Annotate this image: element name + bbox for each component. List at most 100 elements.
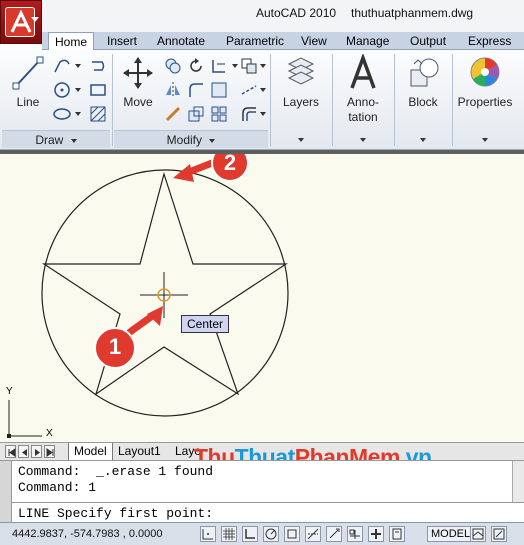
grid-button[interactable] <box>221 526 237 542</box>
command-divider <box>12 502 524 503</box>
chevron-down-icon[interactable] <box>482 138 488 142</box>
chevron-down-icon <box>70 138 77 143</box>
last-layout-button[interactable] <box>44 445 55 458</box>
hatch-button[interactable] <box>88 104 108 124</box>
previous-layout-button[interactable] <box>18 445 29 458</box>
snap-mode-button[interactable] <box>200 526 216 542</box>
modify-panel-label: Modify <box>166 133 202 147</box>
layout-tab-model[interactable]: Model <box>68 443 113 460</box>
lineweight-button[interactable] <box>368 526 384 542</box>
chevron-down-icon[interactable] <box>298 138 304 142</box>
ducs-icon <box>329 528 340 539</box>
drawing-canvas[interactable]: 2 1 Center Y X <box>0 150 524 442</box>
explode-icon <box>211 82 227 98</box>
rectangle-button[interactable] <box>88 80 108 100</box>
next-layout-button[interactable] <box>31 445 42 458</box>
chevron-down-icon[interactable] <box>260 112 266 116</box>
calculator-icon <box>392 528 402 540</box>
layers-button[interactable]: Layers <box>273 54 329 110</box>
properties-label: Properties <box>457 95 513 109</box>
ducs-button[interactable] <box>326 526 342 542</box>
spline-button[interactable] <box>88 56 108 76</box>
model-space-button[interactable]: MODEL <box>427 526 475 542</box>
rotate-icon <box>190 58 202 72</box>
block-label: Block <box>408 95 438 109</box>
mirror-button[interactable] <box>163 80 183 100</box>
tab-parametric[interactable]: Parametric <box>220 32 290 50</box>
copy-button[interactable] <box>163 56 183 76</box>
erase-button[interactable] <box>239 56 259 76</box>
snap-tooltip: Center <box>181 315 230 333</box>
block-button[interactable]: Block <box>397 54 449 110</box>
draw-panel-title[interactable]: Draw <box>2 130 110 148</box>
drawn-star[interactable] <box>41 171 289 396</box>
color-wheel-icon <box>470 57 500 87</box>
otrack-button[interactable] <box>305 526 321 542</box>
chevron-down-icon[interactable] <box>75 88 81 92</box>
panel-divider <box>452 54 453 146</box>
layout-tab-layout1[interactable]: Layout1 <box>113 443 166 460</box>
chevron-down-icon[interactable] <box>260 88 266 92</box>
chevron-down-icon[interactable] <box>420 138 426 142</box>
tab-express-tools[interactable]: Express To <box>462 32 524 66</box>
tab-output[interactable]: Output <box>404 32 452 50</box>
text-a-icon <box>350 52 376 89</box>
tab-annotate[interactable]: Annotate <box>151 32 211 50</box>
application-menu-button[interactable] <box>0 0 42 44</box>
move-button[interactable]: Move <box>115 54 161 110</box>
trim-button[interactable] <box>209 56 229 76</box>
circle-button[interactable] <box>52 80 72 100</box>
chevron-down-icon[interactable] <box>360 138 366 142</box>
stretch-button[interactable] <box>163 104 183 124</box>
line-button[interactable]: Line <box>6 54 50 110</box>
modify-panel-title[interactable]: Modify <box>114 130 268 148</box>
polyline-icon <box>54 59 70 73</box>
annotation-button[interactable]: Anno- tation <box>335 52 391 125</box>
copy-icon <box>165 58 181 74</box>
quick-view-layouts-button[interactable] <box>470 526 486 542</box>
tab-home[interactable]: Home <box>48 32 95 51</box>
tab-insert[interactable]: Insert <box>101 32 143 50</box>
command-input[interactable]: LINE Specify first point: <box>18 506 213 521</box>
dyn-button[interactable] <box>347 526 363 542</box>
coordinate-readout: 4442.9837, -574.7983 , 0.0000 <box>12 528 163 540</box>
explode-button[interactable] <box>209 80 229 100</box>
osnap-button[interactable] <box>284 526 300 542</box>
fillet-button[interactable] <box>186 80 206 100</box>
polar-button[interactable] <box>263 526 279 542</box>
ellipse-button[interactable] <box>52 104 72 124</box>
scale-button[interactable] <box>186 104 206 124</box>
snap-icon <box>202 529 213 540</box>
annotation-label-2: tation <box>348 110 378 124</box>
stretch-icon <box>165 106 181 122</box>
layout-icon <box>472 528 484 540</box>
chevron-down-icon[interactable] <box>232 64 238 68</box>
trim-icon <box>212 60 225 73</box>
chevron-down-icon[interactable] <box>75 112 81 116</box>
line-label: Line <box>16 95 40 109</box>
properties-button[interactable]: Properties <box>454 54 516 110</box>
rectangle-icon <box>90 84 106 96</box>
drawn-circle[interactable] <box>41 169 289 417</box>
ucs-icon <box>7 400 42 438</box>
chevron-down-icon[interactable] <box>75 64 81 68</box>
tab-view[interactable]: View <box>295 32 333 50</box>
polyline-button[interactable] <box>52 56 72 76</box>
ortho-icon <box>245 529 255 539</box>
quick-properties-button[interactable] <box>389 526 405 542</box>
rotate-button[interactable] <box>186 56 206 76</box>
chevron-left-icon <box>22 449 27 456</box>
mirror-icon <box>166 82 180 98</box>
offset-button[interactable] <box>239 104 259 124</box>
ortho-button[interactable] <box>242 526 258 542</box>
first-layout-button[interactable] <box>5 445 16 458</box>
chevron-down-icon[interactable] <box>260 64 266 68</box>
command-window-grip[interactable] <box>0 461 12 523</box>
command-scrollbar[interactable] <box>512 461 524 502</box>
array-button[interactable] <box>209 104 229 124</box>
quick-view-drawings-button[interactable] <box>491 526 507 542</box>
tab-manage[interactable]: Manage <box>340 32 395 50</box>
line-icon <box>12 56 44 90</box>
polyline-edit-button[interactable] <box>239 80 259 100</box>
scale-icon <box>188 106 204 122</box>
